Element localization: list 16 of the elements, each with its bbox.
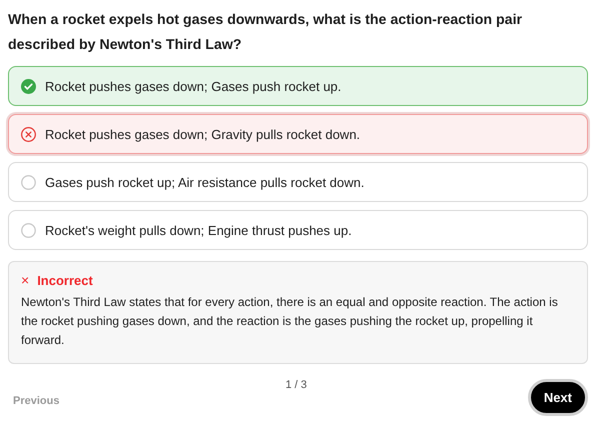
- option-label: Rocket pushes gases down; Gases push rocket up.: [45, 78, 342, 94]
- answer-option[interactable]: Rocket's weight pulls down; Engine thrust pushes up.: [8, 210, 588, 250]
- answer-option[interactable]: Rocket pushes gases down; Gases push rocket up.: [8, 66, 588, 106]
- progress-text: 1 / 3: [285, 379, 307, 391]
- next-button[interactable]: Next: [528, 379, 588, 416]
- feedback-title: Incorrect: [37, 272, 93, 288]
- option-label: Rocket pushes gases down; Gravity pulls rocket down.: [45, 126, 360, 142]
- question-text: When a rocket expels hot gases downwards, what is the action-reaction pair described by Newton's Third Law?: [8, 11, 524, 55]
- close-mark: ×: [21, 272, 30, 288]
- answer-option[interactable]: Gases push rocket up; Air resistance pulls rocket down.: [8, 162, 588, 202]
- answer-option[interactable]: Rocket pushes gases down; Gravity pulls rocket down.: [8, 114, 588, 154]
- radio-button[interactable]: [21, 222, 36, 238]
- option-label: Rocket's weight pulls down; Engine thrust pushes up.: [45, 222, 352, 238]
- feedback-text: Newton's Third Law states that for every action, there is an equal and opposite reaction. The action is the rocket pushing gases down, and the reaction is the gases pushing the rocket up, propelling it forward.: [21, 294, 559, 349]
- radio-button[interactable]: [21, 174, 36, 190]
- option-label: Gases push rocket up; Air resistance pulls rocket down.: [45, 174, 364, 190]
